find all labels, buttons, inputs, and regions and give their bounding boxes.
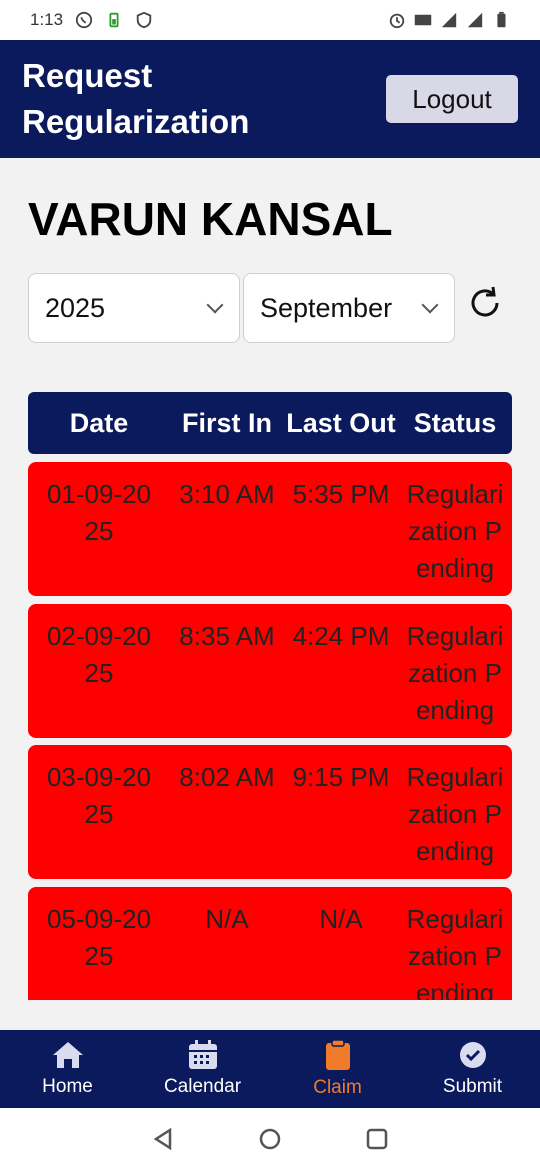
table-row[interactable]: 02-09-2025 8:35 AM 4:24 PM Regularizatio… <box>28 604 512 738</box>
chevron-down-icon <box>421 296 439 314</box>
row-date: 03-09-2025 <box>46 762 152 829</box>
app-header: Request Regularization Logout <box>0 40 540 158</box>
nav-spacer <box>0 1000 540 1030</box>
nav-label-home: Home <box>42 1076 93 1097</box>
battery-saver-icon <box>109 12 119 28</box>
recents-icon[interactable] <box>365 1127 389 1151</box>
battery-icon <box>497 11 506 28</box>
row-first-in: 8:02 AM <box>179 762 275 792</box>
status-bar: 1:13 <box>0 0 540 40</box>
month-select[interactable]: September <box>243 273 455 343</box>
table-row[interactable]: 03-09-2025 8:02 AM 9:15 PM Regularizatio… <box>28 745 512 879</box>
row-date: 05-09-2025 <box>46 904 152 971</box>
status-time: 1:13 <box>30 10 64 29</box>
4g-signal-icon <box>441 12 457 28</box>
home-icon <box>52 1042 83 1068</box>
row-first-in: 3:10 AM <box>179 479 275 509</box>
alarm-icon <box>389 13 405 29</box>
row-first-in: N/A <box>205 904 249 934</box>
check-circle-icon <box>459 1042 486 1068</box>
refresh-button[interactable] <box>462 280 508 326</box>
table-row[interactable]: 05-09-2025 N/A N/A Regularization Pendin… <box>28 887 512 1000</box>
signal-icon <box>467 12 483 28</box>
system-nav-bar <box>0 1108 540 1170</box>
nav-item-submit[interactable]: Submit <box>405 1030 540 1108</box>
row-date: 02-09-2025 <box>46 621 152 688</box>
nav-item-home[interactable]: Home <box>0 1030 135 1108</box>
column-header-last-out: Last Out <box>286 407 396 438</box>
table-header: Date First In Last Out Status <box>28 392 512 454</box>
year-select-value: 2025 <box>45 292 106 323</box>
nav-item-claim[interactable]: Claim <box>270 1030 405 1108</box>
chevron-down-icon <box>206 296 224 314</box>
row-date: 01-09-2025 <box>46 479 152 546</box>
employee-name: VARUN KANSAL <box>28 193 393 245</box>
bottom-nav: Home Calendar Claim Submit <box>0 1030 540 1108</box>
shield-icon <box>136 11 152 29</box>
nav-label-submit: Submit <box>442 1076 503 1097</box>
row-status: Regularization Pending <box>406 904 504 1000</box>
nav-label-calendar: Calendar <box>163 1076 242 1097</box>
clipboard-icon <box>325 1039 350 1070</box>
nav-item-calendar[interactable]: Calendar <box>135 1030 270 1108</box>
year-select[interactable]: 2025 <box>28 273 240 343</box>
table-row[interactable]: 01-09-2025 3:10 AM 5:35 PM Regularizatio… <box>28 462 512 596</box>
home-circle-icon[interactable] <box>258 1127 282 1151</box>
calendar-icon <box>188 1040 217 1069</box>
row-status: Regularization Pending <box>406 762 504 866</box>
back-icon[interactable] <box>151 1127 175 1151</box>
column-header-status: Status <box>413 407 497 438</box>
row-status: Regularization Pending <box>406 479 504 583</box>
column-header-first-in: First In <box>181 407 272 438</box>
main-content: VARUN KANSAL 2025 September Date First I… <box>0 158 540 1000</box>
nav-label-claim: Claim <box>313 1077 362 1098</box>
row-first-in: 8:35 AM <box>179 621 275 651</box>
row-last-out: 4:24 PM <box>292 621 390 651</box>
row-status: Regularization Pending <box>406 621 504 725</box>
row-last-out: 9:15 PM <box>292 762 390 792</box>
row-last-out: 5:35 PM <box>292 479 390 509</box>
page-title: Request Regularization <box>22 57 250 140</box>
logout-button[interactable]: Logout <box>386 75 518 123</box>
volte-icon <box>414 14 432 26</box>
refresh-icon <box>471 286 499 317</box>
column-header-date: Date <box>69 407 129 438</box>
whatsapp-icon <box>75 11 93 29</box>
row-last-out: N/A <box>319 904 363 934</box>
month-select-value: September <box>260 292 393 323</box>
